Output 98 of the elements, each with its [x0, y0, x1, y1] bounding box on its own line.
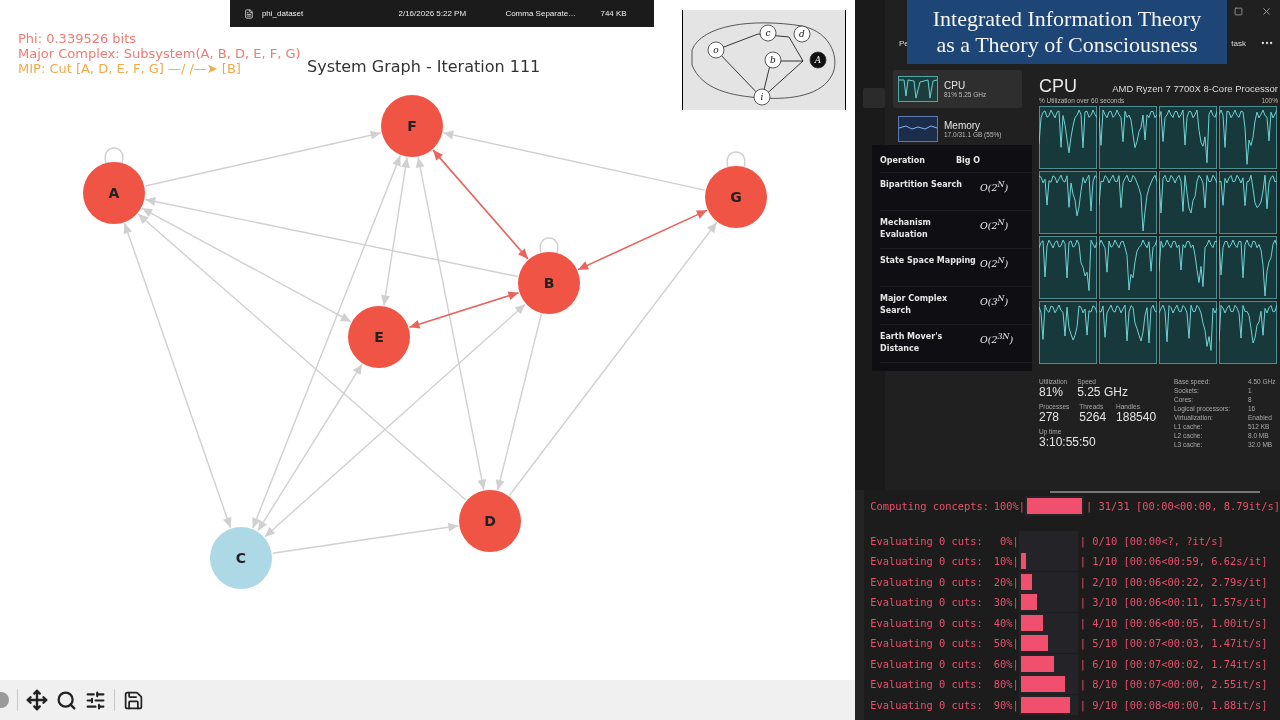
progress-stats: | 4/10 [00:06<00:05, 1.00it/s] — [1079, 616, 1268, 629]
progress-stats: | 8/10 [00:07<00:00, 2.55it/s] — [1079, 678, 1268, 691]
settings-button[interactable] — [85, 689, 106, 711]
progress-stats: | 0/10 [00:00<?, ?it/s] — [1079, 534, 1224, 547]
file-row[interactable]: phi_dataset 2/16/2026 5:22 PM Comma Separate… 744 KB — [230, 0, 654, 27]
progress-percent: 50%| — [992, 637, 1019, 650]
progress-label: Evaluating 0 cuts: — [870, 555, 983, 568]
processor-name: AMD Ryzen 7 7700X 8-Core Processor — [1112, 83, 1278, 94]
progress-label: Evaluating 0 cuts: — [870, 657, 983, 670]
file-name: phi_dataset — [261, 9, 305, 18]
operation-cell-text: Major Complex Search — [880, 293, 949, 317]
cpu-usage-graph — [1159, 171, 1217, 234]
search-button[interactable] — [56, 689, 77, 711]
progress-label: Evaluating 0 cuts: — [870, 575, 983, 588]
progress-label: Evaluating 0 cuts: — [870, 534, 983, 547]
progress-percent: 40%| — [992, 616, 1019, 629]
column-header: Operation — [880, 155, 927, 167]
complexity-cell: O(2$^{3N}$) — [980, 331, 1014, 347]
cpu-usage-graph — [1159, 106, 1217, 169]
cpu-thumbnail — [898, 76, 938, 102]
progress-stats: | 9/10 [00:08<00:00, 1.88it/s] — [1079, 698, 1268, 711]
stat-value: 278 — [1039, 410, 1061, 424]
cpu-usage-graph — [1219, 301, 1277, 364]
cpu-usage-graph — [1099, 171, 1157, 234]
progress-percent: 0%| — [999, 534, 1019, 547]
cpu-usage-graph — [1099, 301, 1157, 364]
progress-percent: 10%| — [992, 555, 1019, 568]
banner-text: Integrated Information Theory — [932, 6, 1202, 32]
stat-value: 188540 — [1116, 410, 1157, 424]
annotation-text: Phi: 0.339526 bits — [18, 31, 137, 46]
progress-label: Evaluating 0 cuts: — [870, 616, 983, 629]
stat-value: 5.25 GHz — [1077, 385, 1128, 399]
graph-title: System Graph - Iteration 111 — [307, 57, 541, 76]
file-icon — [244, 8, 254, 19]
node-label: E — [374, 329, 384, 345]
progress-percent: 20%| — [992, 575, 1019, 588]
save-button[interactable] — [123, 689, 144, 711]
complexity-cell: O(2$^{N}$) — [980, 179, 1009, 195]
operation-cell-text: Earth Mover's Distance — [880, 331, 944, 355]
cpu-usage-graph — [1039, 106, 1097, 169]
progress-percent: 100%| — [992, 500, 1026, 513]
memory-thumbnail — [898, 116, 938, 142]
file-type: Comma Separate… — [505, 9, 578, 18]
node-label: A — [108, 185, 120, 201]
node-label: B — [543, 275, 555, 291]
cpu-usage-graph — [1159, 236, 1217, 299]
node-label: F — [407, 118, 417, 134]
progress-percent: 90%| — [992, 698, 1019, 711]
cpu-usage-graph — [1219, 171, 1277, 234]
pan-button[interactable] — [26, 689, 48, 711]
close-icon[interactable] — [1261, 5, 1272, 17]
cpu-usage-graph — [1099, 106, 1157, 169]
progress-percent: 60%| — [992, 657, 1019, 670]
file-date: 2/16/2026 5:22 PM — [398, 9, 468, 18]
cpu-usage-graph — [1039, 301, 1097, 364]
stat-value: 81% — [1039, 385, 1065, 399]
node-label: C — [235, 550, 247, 566]
scrollbar-thumb[interactable] — [1050, 491, 1260, 493]
banner-text: as a Theory of Consciousness — [936, 32, 1198, 58]
toolbar-label[interactable]: task — [1231, 38, 1246, 48]
cpu-usage-graph — [1099, 236, 1157, 299]
progress-label: Computing concepts: — [870, 500, 990, 513]
operation-cell-text: State Space Mapping — [880, 255, 977, 267]
operation-cell-text: Mechanism Evaluation — [880, 217, 932, 241]
cpu-usage-graph — [1219, 106, 1277, 169]
file-size: 744 KB — [600, 9, 628, 18]
progress-stats: | 5/10 [00:07<00:03, 1.47it/s] — [1079, 637, 1268, 650]
progress-stats: | 6/10 [00:07<00:02, 1.74it/s] — [1079, 657, 1268, 670]
cpu-usage-graph — [1159, 301, 1217, 364]
progress-label: Evaluating 0 cuts: — [870, 637, 983, 650]
sidebar-item-name: Memory — [944, 120, 981, 131]
progress-label: Evaluating 0 cuts: — [870, 596, 983, 609]
complexity-cell: O(2$^{N}$) — [980, 255, 1009, 271]
complexity-cell: O(3$^{N}$) — [980, 293, 1009, 309]
progress-stats: | 2/10 [00:06<00:22, 2.79s/it] — [1079, 575, 1268, 588]
annotation-text: Major Complex: Subsystem(A, B, D, E, F, G) — [18, 46, 301, 61]
section-title: CPU — [1039, 76, 1077, 97]
progress-label: Evaluating 0 cuts: — [870, 698, 983, 711]
operation-cell-text: Bipartition Search — [880, 179, 963, 191]
cpu-usage-graph — [1039, 171, 1097, 234]
cpu-usage-graph — [1039, 236, 1097, 299]
brain-network-drawing: o c d b A i — [682, 10, 846, 110]
maximize-icon[interactable] — [1234, 6, 1243, 16]
node-label: G — [730, 189, 742, 205]
progress-stats: | 31/31 [00:00<00:00, 8.79it/s] — [1086, 500, 1280, 513]
annotation-text: MIP: Cut [A, D, E, F, G] —/ /—➤ [B] — [18, 61, 241, 76]
sidebar-item-name: CPU — [944, 80, 967, 91]
progress-label: Evaluating 0 cuts: — [870, 678, 983, 691]
cpu-usage-graph — [1219, 236, 1277, 299]
progress-percent: 30%| — [992, 596, 1019, 609]
progress-percent: 80%| — [992, 678, 1019, 691]
node-label: D — [484, 513, 496, 529]
stat-value: 5264 — [1079, 410, 1107, 424]
stat-value: 3:10:55:50 — [1039, 435, 1096, 449]
progress-stats: | 3/10 [00:06<00:11, 1.57s/it] — [1079, 596, 1268, 609]
column-header: Big O — [956, 155, 982, 167]
progress-stats: | 1/10 [00:06<00:59, 6.62s/it] — [1079, 555, 1268, 568]
complexity-cell: O(2$^{N}$) — [980, 217, 1009, 233]
